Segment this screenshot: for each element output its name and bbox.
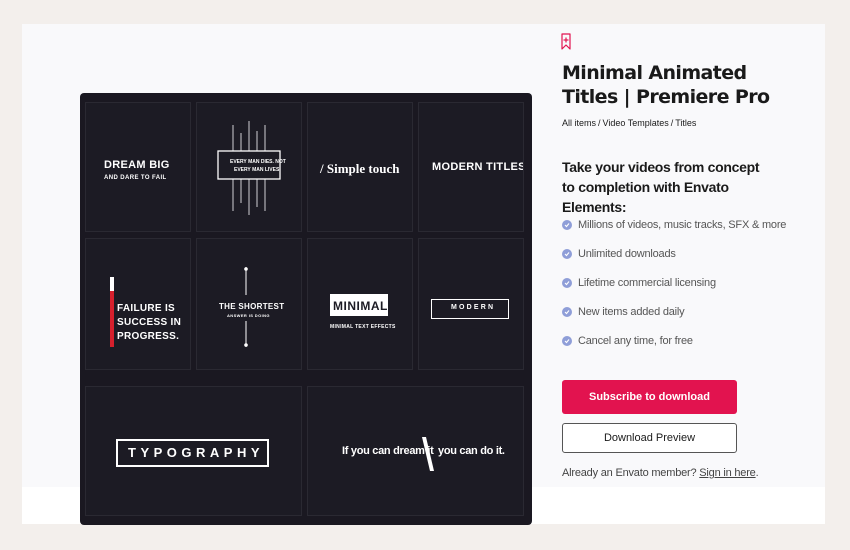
- breadcrumb-video-templates[interactable]: Video Templates: [603, 118, 669, 128]
- feature-list: Millions of videos, music tracks, SFX & …: [562, 210, 786, 356]
- tile-text-shortest: THE SHORTEST: [219, 302, 285, 311]
- check-icon: [562, 219, 572, 230]
- promo-heading: Take your videos from concept to complet…: [562, 159, 760, 215]
- feature-label: Cancel any time, for free: [578, 335, 693, 348]
- preview-tile-modern: MODERN: [419, 239, 523, 369]
- feature-item: Millions of videos, music tracks, SFX & …: [562, 210, 786, 239]
- check-icon: [562, 336, 572, 347]
- tile-text-failure-3: PROGRESS.: [117, 331, 180, 342]
- member-prompt: Already an Envato member? Sign in here.: [562, 467, 759, 479]
- preview-tile-minimal: MINIMAL MINIMAL TEXT EFFECTS: [308, 239, 412, 369]
- feature-label: Unlimited downloads: [578, 247, 676, 260]
- feature-label: Lifetime commercial licensing: [578, 276, 716, 289]
- breadcrumb: All items / Video Templates / Titles: [562, 118, 696, 128]
- tile-text-dream-big: DREAM BIG: [104, 159, 170, 171]
- feature-item: Unlimited downloads: [562, 239, 786, 268]
- tile-text-failure-1: FAILURE IS: [117, 303, 176, 314]
- member-text: Already an Envato member?: [562, 467, 697, 479]
- preview-tile-dream-big: DREAM BIG AND DARE TO FAIL: [86, 103, 190, 231]
- tile-text-quote-line-1: EVERY MAN DIES. NOT: [230, 159, 286, 165]
- breadcrumb-all-items[interactable]: All items: [562, 118, 596, 128]
- red-bar-graphic: [110, 291, 114, 347]
- tile-text-modern-titles: MODERN TITLES: [432, 161, 523, 173]
- member-text-end: .: [755, 467, 759, 479]
- sign-in-link[interactable]: Sign in here: [699, 467, 756, 479]
- check-icon: [562, 248, 572, 259]
- tile-text-do-it: you can do it.: [438, 445, 505, 457]
- tile-text-minimal: MINIMAL: [333, 299, 388, 313]
- preview-tile-failure: FAILURE IS SUCCESS IN PROGRESS.: [86, 239, 190, 369]
- subscribe-button[interactable]: Subscribe to download: [562, 380, 737, 414]
- preview-tile-simple-touch: / Simple touch: [308, 103, 412, 231]
- breadcrumb-separator: /: [670, 118, 674, 128]
- breadcrumb-titles[interactable]: Titles: [675, 118, 696, 128]
- preview-tile-typography: TYPOGRAPHY: [86, 387, 301, 515]
- tile-text-minimal-sub: MINIMAL TEXT EFFECTS: [330, 324, 396, 330]
- preview-tile-modern-titles: MODERN TITLES: [419, 103, 523, 231]
- feature-item: Cancel any time, for free: [562, 327, 786, 356]
- check-icon: [562, 277, 572, 288]
- tile-text-typography: TYPOGRAPHY: [128, 445, 265, 460]
- feature-label: New items added daily: [578, 306, 685, 319]
- tile-text-simple-touch: / Simple touch: [320, 161, 400, 176]
- page-title: Minimal Animated Titles | Premiere Pro: [562, 62, 770, 108]
- bookmark-icon[interactable]: [561, 33, 571, 50]
- download-preview-button[interactable]: Download Preview: [562, 423, 737, 453]
- feature-label: Millions of videos, music tracks, SFX & …: [578, 218, 787, 231]
- tile-text-dream-big-sub: AND DARE TO FAIL: [104, 175, 167, 181]
- feature-item: New items added daily: [562, 298, 786, 327]
- tile-text-shortest-sub: ANSWER IS DOING: [227, 313, 270, 318]
- tile-text-modern: MODERN: [451, 304, 496, 311]
- preview-tile-quote: EVERY MAN DIES. NOT EVERY MAN LIVES.: [197, 103, 301, 231]
- breadcrumb-separator: /: [598, 118, 601, 128]
- feature-item: Lifetime commercial licensing: [562, 268, 786, 297]
- preview-tile-dream-it: If you can dream it you can do it.: [308, 387, 523, 515]
- white-bar-graphic: [110, 277, 114, 291]
- check-icon: [562, 307, 572, 318]
- tile-text-quote-line-2: EVERY MAN LIVES.: [234, 167, 281, 173]
- preview-tile-shortest: THE SHORTEST ANSWER IS DOING: [197, 239, 301, 369]
- tile-text-failure-2: SUCCESS IN: [117, 317, 182, 328]
- preview-image[interactable]: DREAM BIG AND DARE TO FAIL EVERY MAN DIE…: [80, 93, 532, 525]
